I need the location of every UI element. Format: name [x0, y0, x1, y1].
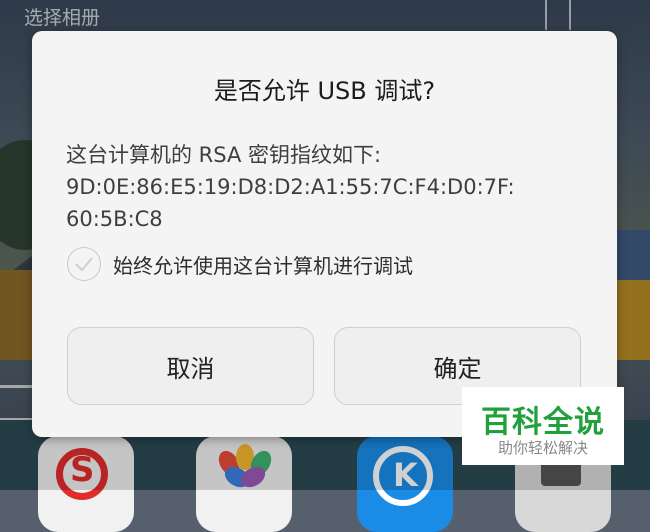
watermark-logo: 百科全说 助你轻松解决: [462, 387, 624, 465]
fingerprint-line-1: 9D:0E:86:E5:19:D8:D2:A1:55:7C:F4:D0:7F:: [66, 175, 515, 199]
always-allow-row[interactable]: 始终允许使用这台计算机进行调试: [67, 247, 413, 281]
usb-debug-dialog: 是否允许 USB 调试? 这台计算机的 RSA 密钥指纹如下: 9D:0E:86…: [32, 31, 617, 437]
message-text: 这台计算机的 RSA 密钥指纹如下:: [66, 143, 382, 167]
always-allow-label: 始终允许使用这台计算机进行调试: [113, 253, 413, 278]
watermark-sub-text: 助你轻松解决: [497, 439, 588, 457]
always-allow-checkbox[interactable]: [67, 247, 101, 281]
checkmark-icon: [75, 257, 93, 272]
dialog-message: 这台计算机的 RSA 密钥指纹如下: 9D:0E:86:E5:19:D8:D2:…: [66, 139, 515, 235]
fingerprint-line-2: 60:5B:C8: [66, 207, 163, 231]
dialog-title: 是否允许 USB 调试?: [213, 77, 436, 105]
cancel-button[interactable]: 取消: [67, 327, 314, 405]
watermark-main-text: 百科全说: [481, 405, 605, 440]
